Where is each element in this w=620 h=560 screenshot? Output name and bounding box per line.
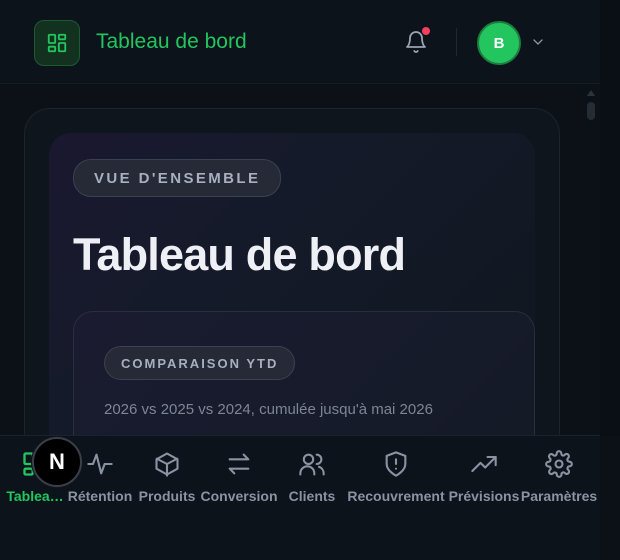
trending-up-icon [471,455,497,473]
scroll-up-icon[interactable] [586,88,596,98]
header-title: Tableau de bord [96,30,247,53]
nav-label: Tablea… [6,488,64,504]
nav-label: Conversion [200,488,278,504]
nav-item-conversion[interactable]: Conversion [199,450,279,510]
nav-label: Clients [288,488,336,504]
ytd-comparison-label: COMPARAISON YTD [104,346,296,380]
nav-item-parametres[interactable]: Paramètres [519,450,599,510]
notification-dot [422,27,430,35]
scrollbar-thumb[interactable] [587,102,595,120]
nav-item-previsions[interactable]: Prévisions [448,450,520,510]
chevron-down-icon[interactable] [530,34,546,50]
swap-icon [228,453,250,475]
nav-label: Rétention [67,488,133,504]
nav-label: Recouvrement [347,488,445,504]
nav-item-produits[interactable]: Produits [136,450,198,510]
scrollbar-track[interactable] [600,0,620,436]
nav-label: Prévisions [448,488,520,504]
avatar[interactable]: B [477,21,521,65]
nav-label: Produits [138,488,196,504]
logo-button[interactable] [34,20,80,66]
grid-icon [47,33,67,53]
ytd-comparison-card: COMPARAISON YTD 2026 vs 2025 vs 2024, cu… [73,311,535,435]
bottom-nav: Tablea… Rétention Produits Conversion Cl… [0,435,600,560]
users-icon [299,453,325,476]
header-divider [456,28,457,56]
top-header: Tableau de bord B [0,0,600,84]
nav-label: Paramètres [520,488,598,504]
activity-icon [87,453,113,475]
overview-card-inner: VUE D'ENSEMBLE Tableau de bord COMPARAIS… [49,133,535,435]
page-title: Tableau de bord [73,229,406,280]
dev-tools-badge[interactable]: N [32,437,82,487]
overview-label: VUE D'ENSEMBLE [73,159,282,197]
nav-item-recouvrement[interactable]: Recouvrement [344,450,448,510]
box-icon [155,452,179,477]
shield-alert-icon [385,451,407,477]
gear-icon [545,450,573,478]
nav-item-clients[interactable]: Clients [284,450,340,510]
main-content: VUE D'ENSEMBLE Tableau de bord COMPARAIS… [0,85,580,435]
ytd-comparison-subtitle: 2026 vs 2025 vs 2024, cumulée jusqu'à ma… [104,401,433,418]
overview-card: VUE D'ENSEMBLE Tableau de bord COMPARAIS… [24,108,560,435]
